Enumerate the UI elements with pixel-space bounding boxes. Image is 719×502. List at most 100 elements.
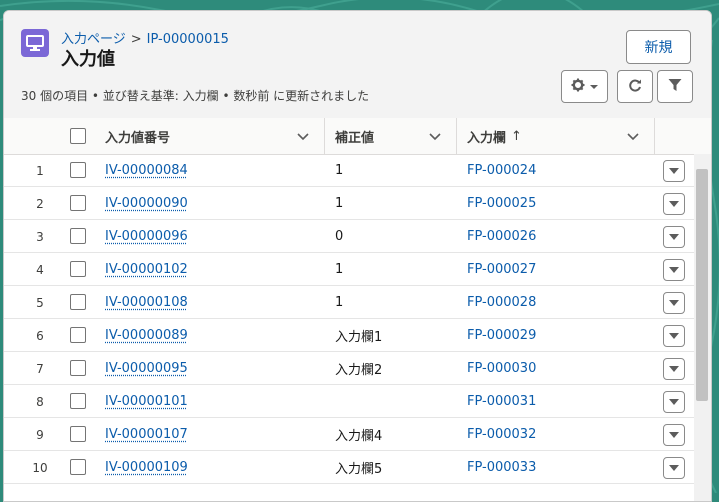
- row-actions-button[interactable]: [663, 226, 685, 248]
- row-number: 3: [4, 220, 74, 253]
- table-row[interactable]: 2 IV-00000090 1 FP-000025: [4, 187, 694, 220]
- row-checkbox[interactable]: [70, 360, 86, 376]
- row-actions-button[interactable]: [663, 391, 685, 413]
- chevron-down-icon: [669, 329, 679, 344]
- chevron-down-icon: [669, 263, 679, 278]
- chevron-down-icon[interactable]: [626, 129, 640, 143]
- row-checkbox[interactable]: [70, 393, 86, 409]
- filter-button[interactable]: [657, 70, 693, 103]
- record-id-link[interactable]: IV-00000090: [105, 187, 188, 220]
- value-cell: 入力欄1: [335, 319, 382, 352]
- column-label-id: 入力値番号: [105, 127, 170, 146]
- field-link[interactable]: FP-000032: [467, 418, 536, 451]
- row-actions-button[interactable]: [663, 160, 685, 182]
- list-view-controls-button[interactable]: [561, 70, 608, 103]
- row-actions-button[interactable]: [663, 358, 685, 380]
- refresh-icon: [628, 78, 642, 96]
- scrollbar-thumb[interactable]: [696, 169, 708, 401]
- field-link[interactable]: FP-000029: [467, 319, 536, 352]
- record-id-link[interactable]: IV-00000108: [105, 286, 188, 319]
- row-checkbox[interactable]: [70, 327, 86, 343]
- record-id-link[interactable]: IV-00000084: [105, 154, 188, 187]
- row-checkbox[interactable]: [70, 294, 86, 310]
- chevron-down-icon[interactable]: [296, 129, 310, 143]
- record-id-text: IV-00000109: [105, 460, 188, 475]
- monitor-icon: [21, 29, 49, 57]
- row-number: 6: [4, 319, 74, 352]
- breadcrumb-separator: >: [131, 32, 142, 47]
- row-checkbox[interactable]: [70, 426, 86, 442]
- table-row[interactable]: 10 IV-00000109 入力欄5 FP-000033: [4, 451, 694, 484]
- value-cell: 1: [335, 253, 343, 286]
- chevron-down-icon: [669, 230, 679, 245]
- chevron-down-icon[interactable]: [428, 129, 442, 143]
- new-button[interactable]: 新規: [626, 30, 691, 64]
- column-divider: [654, 118, 655, 154]
- value-cell: 1: [335, 154, 343, 187]
- row-actions-button[interactable]: [663, 259, 685, 281]
- value-cell: 入力欄5: [335, 451, 382, 484]
- row-checkbox[interactable]: [70, 195, 86, 211]
- record-id-text: IV-00000102: [105, 262, 188, 277]
- breadcrumb-record-link[interactable]: IP-00000015: [147, 32, 229, 47]
- list-info: 30 個の項目 • 並び替え基準: 入力欄 • 数秒前 に更新されました: [21, 87, 369, 104]
- row-actions-button[interactable]: [663, 325, 685, 347]
- row-actions-button[interactable]: [663, 424, 685, 446]
- row-actions-button[interactable]: [663, 457, 685, 479]
- table-row[interactable]: 9 IV-00000107 入力欄4 FP-000032: [4, 418, 694, 451]
- table-row[interactable]: 7 IV-00000095 入力欄2 FP-000030: [4, 352, 694, 385]
- field-link[interactable]: FP-000025: [467, 187, 536, 220]
- select-all-checkbox[interactable]: [70, 128, 86, 144]
- refresh-button[interactable]: [617, 70, 653, 103]
- record-id-link[interactable]: IV-00000107: [105, 418, 188, 451]
- record-id-link[interactable]: IV-00000089: [105, 319, 188, 352]
- table-row[interactable]: 1 IV-00000084 1 FP-000024: [4, 154, 694, 187]
- chevron-down-icon: [669, 461, 679, 476]
- row-checkbox[interactable]: [70, 459, 86, 475]
- field-text: FP-000033: [467, 460, 536, 475]
- chevron-down-icon: [669, 164, 679, 179]
- table-row[interactable]: 4 IV-00000102 1 FP-000027: [4, 253, 694, 286]
- row-number: 10: [4, 451, 74, 484]
- field-text: FP-000029: [467, 328, 536, 343]
- row-checkbox[interactable]: [70, 228, 86, 244]
- field-link[interactable]: FP-000030: [467, 352, 536, 385]
- value-cell: 入力欄2: [335, 352, 382, 385]
- table-row[interactable]: 3 IV-00000096 0 FP-000026: [4, 220, 694, 253]
- table-header: 入力値番号 補正値 入力欄 ↑: [4, 118, 711, 155]
- record-id-text: IV-00000108: [105, 295, 188, 310]
- field-link[interactable]: FP-000024: [467, 154, 536, 187]
- field-text: FP-000032: [467, 427, 536, 442]
- table-row[interactable]: 6 IV-00000089 入力欄1 FP-000029: [4, 319, 694, 352]
- row-checkbox[interactable]: [70, 162, 86, 178]
- column-header-id[interactable]: 入力値番号: [105, 118, 324, 154]
- field-link[interactable]: FP-000027: [467, 253, 536, 286]
- row-number: 7: [4, 352, 74, 385]
- row-number: 1: [4, 154, 74, 187]
- chevron-down-icon: [669, 362, 679, 377]
- field-link[interactable]: FP-000026: [467, 220, 536, 253]
- table-row[interactable]: 5 IV-00000108 1 FP-000028: [4, 286, 694, 319]
- record-id-link[interactable]: IV-00000101: [105, 385, 188, 418]
- column-divider: [456, 118, 457, 154]
- row-number: 5: [4, 286, 74, 319]
- record-id-link[interactable]: IV-00000102: [105, 253, 188, 286]
- field-text: FP-000031: [467, 394, 536, 409]
- chevron-down-icon: [669, 197, 679, 212]
- record-id-link[interactable]: IV-00000096: [105, 220, 188, 253]
- row-actions-button[interactable]: [663, 193, 685, 215]
- field-text: FP-000030: [467, 361, 536, 376]
- record-id-link[interactable]: IV-00000095: [105, 352, 188, 385]
- table-row[interactable]: 8 IV-00000101 FP-000031: [4, 385, 694, 418]
- filter-icon: [668, 78, 682, 96]
- field-link[interactable]: FP-000033: [467, 451, 536, 484]
- record-id-link[interactable]: IV-00000109: [105, 451, 188, 484]
- record-id-text: IV-00000095: [105, 361, 188, 376]
- field-link[interactable]: FP-000031: [467, 385, 536, 418]
- gear-icon: [571, 78, 585, 96]
- row-checkbox[interactable]: [70, 261, 86, 277]
- row-actions-button[interactable]: [663, 292, 685, 314]
- column-label-field: 入力欄: [467, 127, 506, 146]
- field-link[interactable]: FP-000028: [467, 286, 536, 319]
- chevron-down-icon: [669, 428, 679, 443]
